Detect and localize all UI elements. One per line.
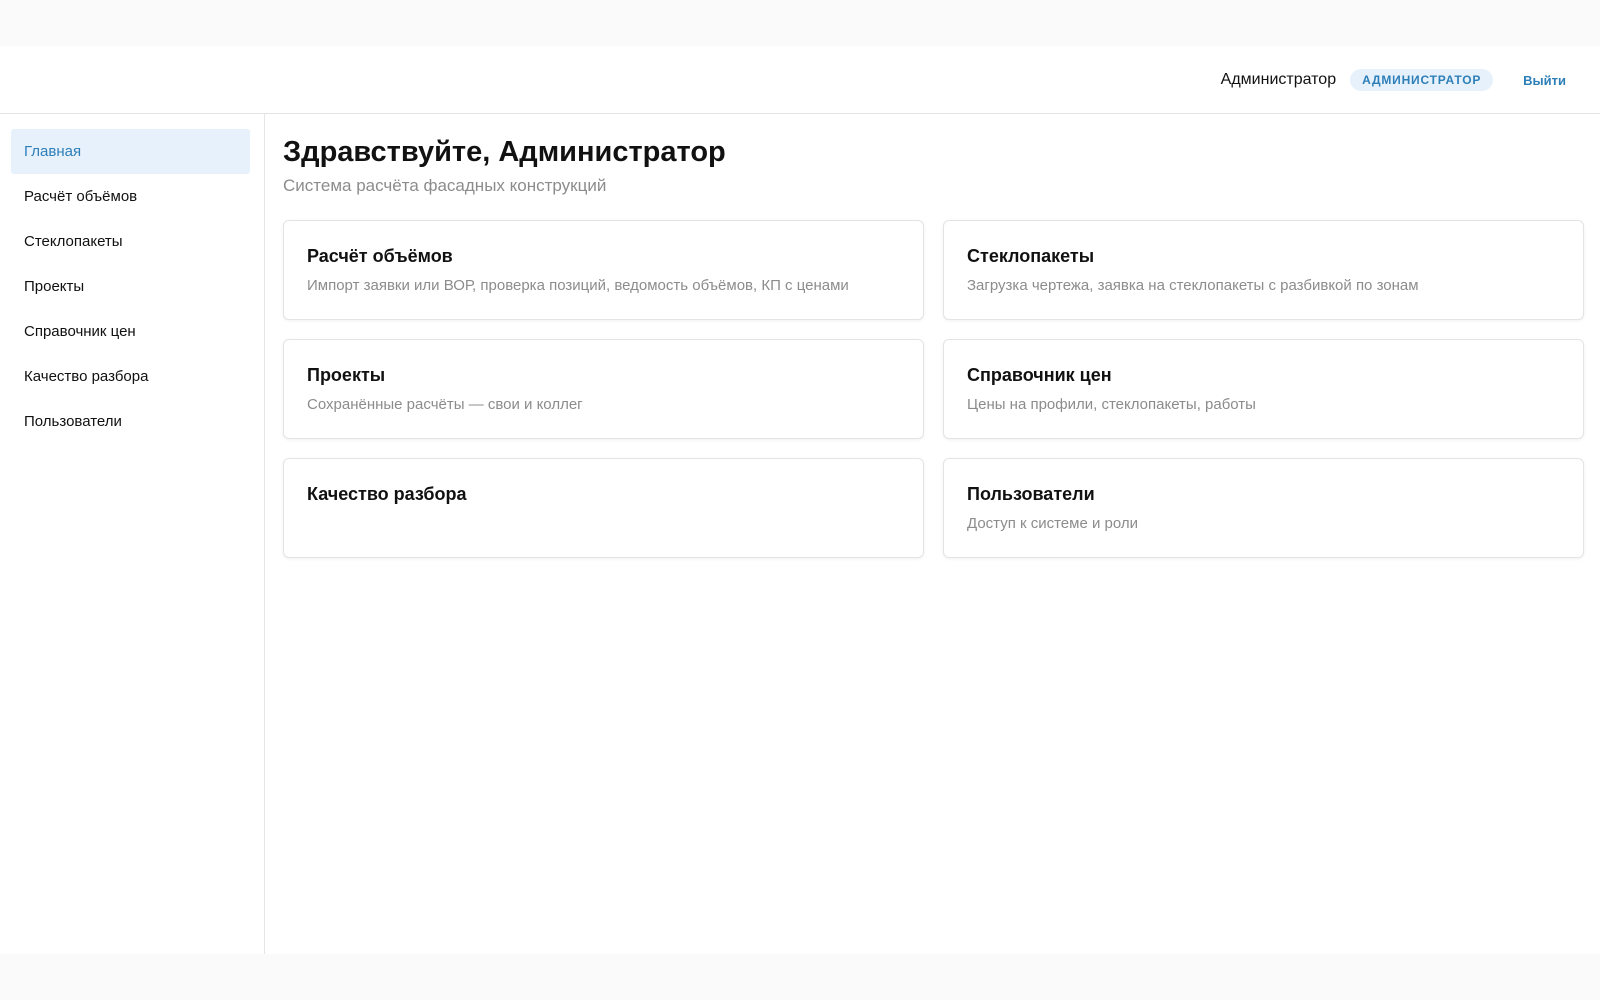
card-description: Импорт заявки или ВОР, проверка позиций,… (307, 277, 849, 294)
sidebar-item-parsing-quality[interactable]: Качество разбора (11, 354, 250, 399)
card-title: Стеклопакеты (967, 246, 1095, 266)
sidebar-item-projects[interactable]: Проекты (11, 264, 250, 309)
user-name: Администратор (1220, 71, 1337, 88)
app-window: Администратор Администратор Выйти Главна… (0, 46, 1600, 954)
card-description: Загрузка чертежа, заявка на стеклопакеты… (967, 277, 1419, 294)
user-panel: Администратор Администратор Выйти (1221, 68, 1566, 92)
sidebar-item-glass-units[interactable]: Стеклопакеты (11, 219, 250, 264)
card-title: Расчёт объёмов (307, 246, 453, 266)
card-title: Пользователи (967, 484, 1095, 504)
card-description: Доступ к системе и роли (967, 515, 1139, 532)
page-title: Здравствуйте, Администратор (283, 136, 726, 168)
sidebar-item-volume-calc[interactable]: Расчёт объёмов (11, 174, 250, 219)
page-subtitle: Система расчёта фасадных конструкций (283, 176, 607, 195)
top-bar: Администратор Администратор Выйти (0, 46, 1600, 114)
card-price-list[interactable]: Справочник цен Цены на профили, стеклопа… (943, 339, 1584, 439)
card-title: Качество разбора (307, 484, 467, 504)
card-users[interactable]: Пользователи Доступ к системе и роли (943, 458, 1584, 558)
card-description: Сохранённые расчёты — свои и коллег (307, 396, 583, 413)
role-badge: Администратор (1350, 69, 1494, 91)
logout-button[interactable]: Выйти (1523, 73, 1566, 88)
card-projects[interactable]: Проекты Сохранённые расчёты — свои и кол… (283, 339, 924, 439)
card-title: Справочник цен (967, 365, 1112, 385)
module-cards: Расчёт объёмов Импорт заявки или ВОР, пр… (283, 220, 1584, 558)
card-description: Цены на профили, стеклопакеты, работы (967, 396, 1256, 413)
sidebar-item-users[interactable]: Пользователи (11, 399, 250, 444)
card-volume-calc[interactable]: Расчёт объёмов Импорт заявки или ВОР, пр… (283, 220, 924, 320)
sidebar-item-price-list[interactable]: Справочник цен (11, 309, 250, 354)
sidebar: Главная Расчёт объёмов Стеклопакеты Прое… (0, 114, 265, 954)
card-parsing-quality[interactable]: Качество разбора (283, 458, 924, 558)
card-title: Проекты (307, 365, 386, 385)
card-glass-units[interactable]: Стеклопакеты Загрузка чертежа, заявка на… (943, 220, 1584, 320)
sidebar-item-home[interactable]: Главная (11, 129, 250, 174)
